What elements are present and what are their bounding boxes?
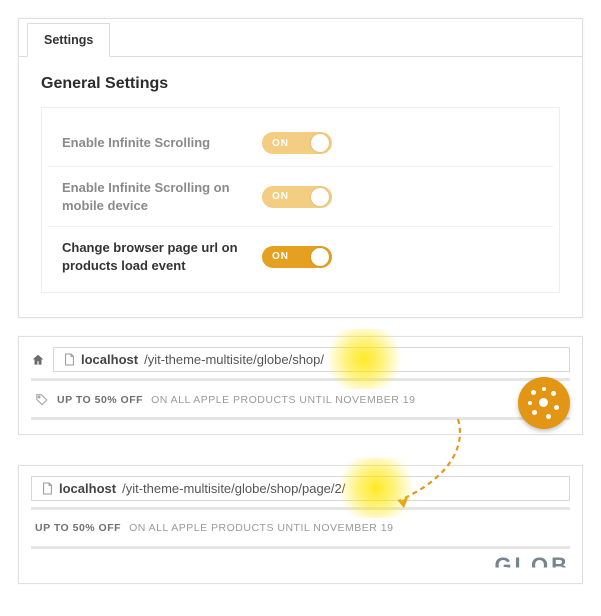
arrow-icon (368, 409, 488, 519)
promo-bold: UP TO 50% OFF (57, 394, 143, 406)
toggle-text: ON (272, 251, 289, 262)
row-label: Enable Infinite Scrolling (62, 134, 262, 152)
toggle-infinite-scroll[interactable]: ON (262, 132, 332, 154)
toggle-text: ON (272, 191, 289, 202)
tab-strip: Settings (19, 19, 582, 57)
browser-preview-2: localhost/yit-theme-multisite/globe/shop… (18, 465, 583, 584)
promo-rest: ON ALL APPLE PRODUCTS UNTIL NOVEMBER 19 (129, 522, 393, 534)
row-enable-infinite-scroll: Enable Infinite Scrolling ON (48, 120, 553, 167)
promo-row: UP TO 50% OFF ON ALL APPLE PRODUCTS UNTI… (31, 510, 570, 544)
toggle-text: ON (272, 138, 289, 149)
url-path: /yit-theme-multisite/globe/shop/page/2/ (122, 481, 345, 496)
promo-bold: UP TO 50% OFF (35, 522, 121, 534)
address-row: localhost/yit-theme-multisite/globe/shop… (31, 476, 570, 510)
document-icon (64, 353, 75, 366)
row-enable-infinite-scroll-mobile: Enable Infinite Scrolling on mobile devi… (48, 167, 553, 227)
toggle-change-url[interactable]: ON (262, 246, 332, 268)
home-icon (31, 353, 45, 367)
url-host: localhost (81, 352, 138, 367)
url-host: localhost (59, 481, 116, 496)
row-label: Enable Infinite Scrolling on mobile devi… (62, 179, 262, 214)
row-change-url: Change browser page url on products load… (48, 227, 553, 286)
row-label: Change browser page url on products load… (62, 239, 262, 274)
url-path: /yit-theme-multisite/globe/shop/ (144, 352, 324, 367)
brand-logo-partial: GLOB (494, 553, 570, 579)
url-box[interactable]: localhost/yit-theme-multisite/globe/shop… (53, 347, 570, 372)
settings-rows: Enable Infinite Scrolling ON Enable Infi… (41, 107, 560, 293)
row-control: ON (262, 246, 539, 268)
row-control: ON (262, 186, 539, 208)
section-title: General Settings (41, 75, 560, 93)
promo-rest: ON ALL APPLE PRODUCTS UNTIL NOVEMBER 19 (151, 394, 415, 406)
promo-row: UP TO 50% OFF ON ALL APPLE PRODUCTS UNTI… (31, 381, 570, 420)
row-control: ON (262, 132, 539, 154)
tag-icon (35, 393, 49, 407)
settings-panel: Settings General Settings Enable Infinit… (18, 18, 583, 318)
browser-preview-1: localhost/yit-theme-multisite/globe/shop… (18, 336, 583, 435)
document-icon (42, 482, 53, 495)
tab-settings[interactable]: Settings (27, 23, 110, 57)
loader-badge-icon (518, 377, 570, 429)
url-box[interactable]: localhost/yit-theme-multisite/globe/shop… (31, 476, 570, 501)
address-row: localhost/yit-theme-multisite/globe/shop… (31, 347, 570, 381)
toggle-infinite-scroll-mobile[interactable]: ON (262, 186, 332, 208)
panel-body: General Settings Enable Infinite Scrolli… (19, 57, 582, 317)
